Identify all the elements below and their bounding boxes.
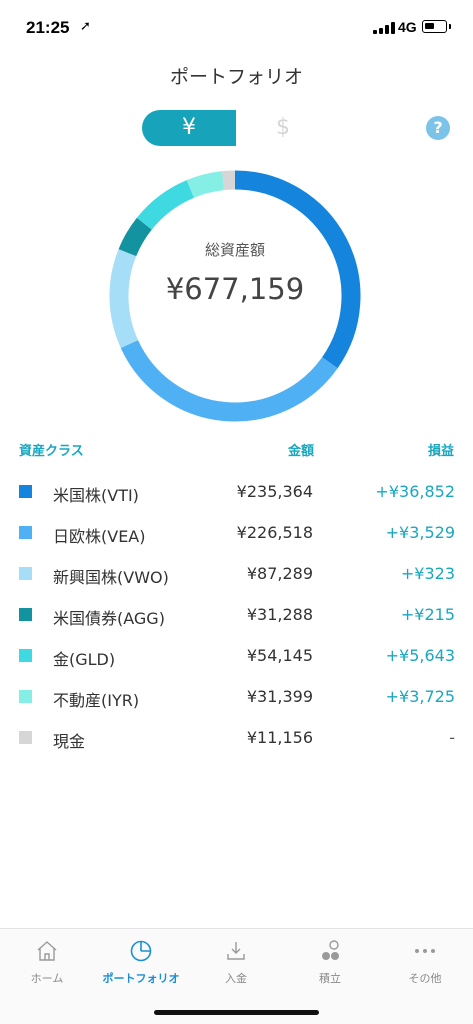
asset-gain: +¥323 [400, 564, 455, 583]
donut-segment-6 [222, 170, 236, 191]
more-icon [415, 949, 435, 953]
asset-gain: +¥5,643 [385, 646, 455, 665]
home-icon [37, 941, 57, 961]
color-swatch [19, 649, 32, 662]
deposit-icon [227, 942, 245, 960]
total-assets-label: 総資産額 [204, 241, 265, 259]
asset-amount: ¥87,289 [246, 564, 313, 583]
asset-name: 米国債券(AGG) [53, 609, 165, 628]
asset-gain: +¥3,725 [385, 687, 455, 706]
tab-deposit[interactable]: 入金 [189, 929, 283, 999]
table-row[interactable]: 金(GLD) ¥54,145 +¥5,643 [0, 636, 473, 678]
asset-amount: ¥235,364 [236, 482, 313, 501]
table-row[interactable]: 米国債券(AGG) ¥31,288 +¥215 [0, 595, 473, 637]
donut-segment-4 [136, 180, 195, 230]
asset-name: 日欧株(VEA) [53, 527, 146, 546]
signal-strength-icon [373, 22, 395, 34]
tab-accumulate[interactable]: 積立 [283, 929, 377, 999]
page-title: ポートフォリオ [169, 66, 303, 88]
tab-label: その他 [408, 972, 442, 985]
accumulate-icon [322, 940, 339, 960]
tab-label: 入金 [225, 972, 247, 985]
battery-icon [422, 20, 451, 33]
color-swatch [19, 485, 32, 498]
network-type: 4G [398, 19, 417, 35]
asset-name: 金(GLD) [53, 650, 116, 669]
home-indicator [154, 1010, 319, 1015]
asset-class-header: 資産クラス [19, 444, 84, 459]
table-row[interactable]: 米国株(VTI) ¥235,364 +¥36,852 [0, 472, 473, 514]
gain-header: 損益 [428, 444, 455, 459]
color-swatch [19, 567, 32, 580]
color-swatch [19, 526, 32, 539]
tab-home[interactable]: ホーム [0, 929, 94, 999]
color-swatch [19, 690, 32, 703]
asset-name: 現金 [53, 732, 86, 751]
yen-toggle-button[interactable]: ¥ [142, 110, 236, 146]
color-swatch [19, 608, 32, 621]
tab-portfolio[interactable]: ポートフォリオ [94, 929, 188, 999]
asset-gain: +¥3,529 [385, 523, 455, 542]
status-time: 21:25 [26, 18, 70, 37]
tab-label: ポートフォリオ [102, 972, 180, 985]
table-row[interactable]: 新興国株(VWO) ¥87,289 +¥323 [0, 554, 473, 596]
table-row[interactable]: 現金 ¥11,156 - [0, 718, 473, 760]
donut-segment-1 [120, 339, 338, 422]
asset-gain: - [449, 728, 455, 747]
tab-label: 積立 [319, 972, 341, 985]
amount-header: 金額 [288, 444, 315, 459]
pie-chart-icon [130, 940, 152, 962]
tab-label: ホーム [30, 972, 64, 985]
color-swatch [19, 731, 32, 744]
asset-gain: +¥36,852 [375, 482, 455, 501]
total-assets-value: ¥677,159 [165, 272, 305, 306]
asset-name: 不動産(IYR) [53, 691, 140, 710]
asset-gain: +¥215 [400, 605, 455, 624]
asset-name: 新興国株(VWO) [53, 568, 169, 587]
help-icon[interactable]: ? [426, 116, 450, 140]
asset-amount: ¥226,518 [236, 523, 313, 542]
usd-toggle-button[interactable]: $ [236, 110, 330, 146]
asset-amount: ¥31,399 [246, 687, 313, 706]
donut-segment-5 [186, 171, 225, 198]
table-row[interactable]: 日欧株(VEA) ¥226,518 +¥3,529 [0, 513, 473, 555]
location-arrow-icon: ➚ [80, 19, 91, 34]
tab-other[interactable]: その他 [378, 929, 472, 999]
asset-amount: ¥31,288 [246, 605, 313, 624]
status-bar: 21:25 ➚ 4G [0, 0, 473, 56]
asset-name: 米国株(VTI) [53, 486, 139, 505]
table-row[interactable]: 不動産(IYR) ¥31,399 +¥3,725 [0, 677, 473, 719]
asset-amount: ¥54,145 [246, 646, 313, 665]
asset-amount: ¥11,156 [246, 728, 313, 747]
